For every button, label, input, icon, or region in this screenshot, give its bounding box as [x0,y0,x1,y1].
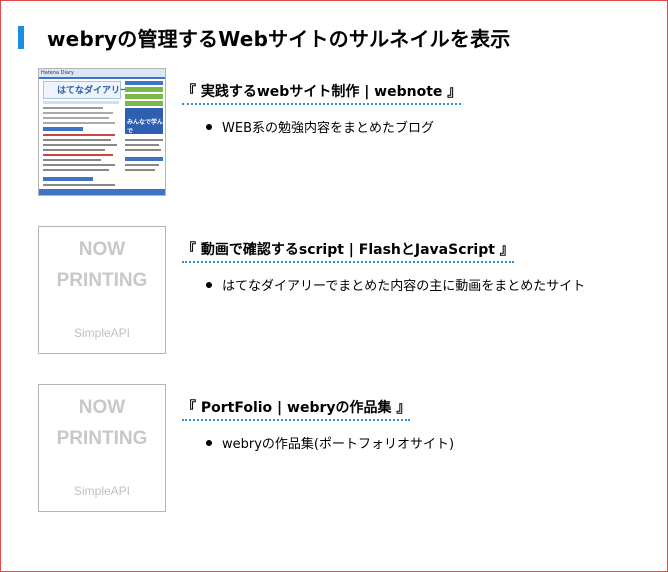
site-title-link[interactable]: 『 PortFolio | webryの作品集 』 [182,397,411,421]
site-thumbnail-placeholder[interactable]: NOW PRINTING SimpleAPI [38,384,166,512]
site-description: はてなダイアリーでまとめた内容の主に動画をまとめたサイト [206,275,585,294]
section-heading: webryの管理するWebサイトのサルネイルを表示 [18,25,511,51]
placeholder-line1: NOW [78,397,126,418]
site-entry: NOW PRINTING SimpleAPI 『 動画で確認するscript |… [38,226,638,354]
thumb-header-text: Hatena Diary [41,70,75,76]
placeholder-provider: SimpleAPI [73,326,131,340]
placeholder-line2: PRINTING [56,428,148,449]
site-title-link[interactable]: 『 実践するwebサイト制作 | webnote 』 [182,81,462,105]
site-entry: Hatena Diary はてなダイアリー みんなで学んで 『 実践するwebサ… [38,68,638,196]
thumb-logo-text: はてなダイアリー [57,86,130,96]
site-entry: NOW PRINTING SimpleAPI 『 PortFolio | web… [38,384,638,512]
site-description: webryの作品集(ポートフォリオサイト) [206,433,454,452]
placeholder-line1: NOW [78,239,126,260]
heading-text: webryの管理するWebサイトのサルネイルを表示 [47,26,511,51]
heading-accent-bar [18,25,24,49]
thumb-side-text: みんなで学んで [127,119,164,135]
site-thumbnail[interactable]: Hatena Diary はてなダイアリー みんなで学んで [38,68,166,196]
placeholder-provider: SimpleAPI [73,484,131,498]
placeholder-line2: PRINTING [56,270,148,291]
site-description-text: webryの作品集(ポートフォリオサイト) [222,437,455,452]
bullet-icon [206,439,212,446]
site-description-text: WEB系の勉強内容をまとめたブログ [222,121,434,136]
bullet-icon [206,123,212,130]
site-thumbnail-placeholder[interactable]: NOW PRINTING SimpleAPI [38,226,166,354]
site-title-link[interactable]: 『 動画で確認するscript | FlashとJavaScript 』 [182,239,514,263]
content-frame: webryの管理するWebサイトのサルネイルを表示 Hatena Diary は… [0,0,668,572]
thumbnail-screenshot: Hatena Diary はてなダイアリー みんなで学んで [39,69,165,195]
bullet-icon [206,281,212,288]
site-description-text: はてなダイアリーでまとめた内容の主に動画をまとめたサイト [222,279,586,294]
site-description: WEB系の勉強内容をまとめたブログ [206,117,434,136]
